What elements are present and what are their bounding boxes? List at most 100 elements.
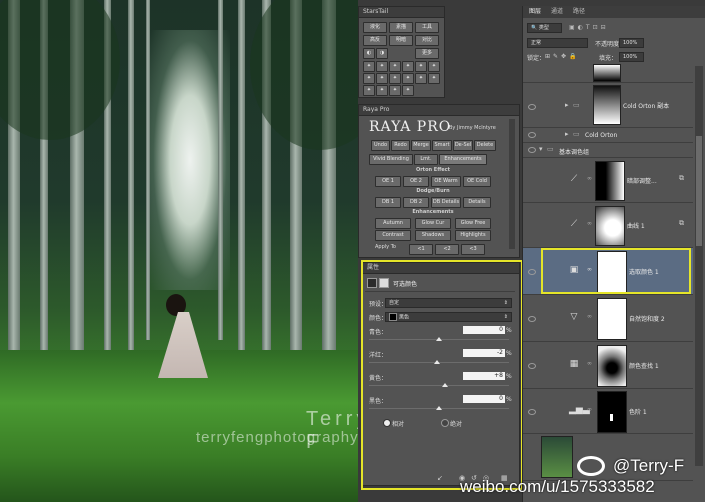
starstail-icon-button[interactable]: ✦	[363, 61, 375, 72]
eye-icon[interactable]	[528, 178, 536, 184]
tab-vivid-blending[interactable]: Vivid Blending	[369, 154, 413, 165]
starstail-icon-button[interactable]: ✦	[428, 73, 440, 84]
starstail-icon-button[interactable]: ✦	[415, 61, 427, 72]
photo-canvas[interactable]: Terry F terryfengphotography.lofter.com	[0, 0, 358, 502]
starstail-button[interactable]: 对比	[415, 35, 439, 46]
shadows-button[interactable]: Shadows	[415, 230, 451, 241]
starstail-more-button[interactable]: 更多	[415, 48, 439, 59]
fill-input[interactable]: 100%	[619, 52, 644, 62]
layer-row[interactable]: ▽ ∞ 自然饱和度 2	[523, 295, 693, 342]
layer-row[interactable]: ▸ ▭ Cold Orton	[523, 128, 693, 143]
layer-row[interactable]: ▂▅▃ ∞ 色阶 1	[523, 389, 693, 434]
apply-button[interactable]: <1	[409, 244, 433, 255]
raya-scrollbar[interactable]	[509, 119, 515, 249]
starstail-button[interactable]: 明暗	[389, 35, 413, 46]
black-slider-thumb[interactable]	[436, 406, 442, 410]
eye-icon[interactable]	[528, 223, 536, 229]
starstail-icon-button[interactable]: ✦	[428, 61, 440, 72]
black-value[interactable]: 0	[463, 395, 505, 403]
eye-icon[interactable]	[528, 316, 536, 322]
magenta-slider-thumb[interactable]	[434, 360, 440, 364]
undo-button[interactable]: Undo	[371, 140, 390, 151]
redo-button[interactable]: Redo	[391, 140, 410, 151]
merge-button[interactable]: Merge	[411, 140, 431, 151]
layer-name[interactable]: Cold Orton 副本	[623, 101, 669, 110]
yellow-slider-thumb[interactable]	[442, 383, 448, 387]
absolute-radio[interactable]	[441, 419, 449, 427]
starstail-button[interactable]: 高反	[363, 35, 387, 46]
layer-row[interactable]: ⟋ ∞ 暗部调整... ⧉	[523, 158, 693, 203]
details-button[interactable]: Details	[463, 197, 491, 208]
starstail-icon-button[interactable]: ✦	[376, 85, 388, 96]
db1-button[interactable]: DB 1	[375, 197, 401, 208]
tab-paths[interactable]: 路径	[569, 6, 589, 18]
mask-icon[interactable]	[379, 278, 389, 288]
db2-button[interactable]: DB 2	[403, 197, 429, 208]
starstail-icon-button[interactable]: ✦	[363, 73, 375, 84]
starstail-icon-button[interactable]: ✦	[402, 61, 414, 72]
preset-dropdown[interactable]: 自定 ⇕	[385, 298, 512, 308]
layer-name[interactable]: 色阶 1	[629, 407, 647, 416]
layer-row[interactable]: ▸ ▭ Cold Orton 副本	[523, 83, 693, 128]
relative-radio[interactable]	[383, 419, 391, 427]
yellow-slider[interactable]	[369, 385, 509, 386]
starstail-icon-button[interactable]: ✦	[389, 85, 401, 96]
eye-icon[interactable]	[528, 363, 536, 369]
tab-channels[interactable]: 通道	[547, 6, 567, 18]
oe1-button[interactable]: OE 1	[375, 176, 401, 187]
eye-icon[interactable]	[528, 147, 536, 153]
layer-name[interactable]: 暗部调整...	[627, 176, 657, 185]
highlights-button[interactable]: Highlights	[455, 230, 491, 241]
colors-dropdown[interactable]: 黑色 ⇕	[385, 312, 512, 322]
eye-icon[interactable]	[528, 269, 536, 275]
layer-row[interactable]	[523, 64, 693, 83]
autumn-button[interactable]: Autumn	[375, 218, 411, 229]
starstail-icon-button[interactable]: ◐	[363, 48, 375, 59]
tab-enhancements[interactable]: Enhancements	[439, 154, 487, 165]
magenta-value[interactable]: -2	[463, 349, 505, 357]
apply-button[interactable]: <2	[435, 244, 459, 255]
opacity-input[interactable]: 100%	[619, 38, 644, 48]
layer-name[interactable]: 自然饱和度 2	[629, 314, 665, 323]
starstail-icon-button[interactable]: ✦	[376, 61, 388, 72]
layer-row[interactable]: ▦ ∞ 颜色查找 1	[523, 342, 693, 389]
eye-icon[interactable]	[528, 409, 536, 415]
starstail-icon-button[interactable]: ✦	[402, 85, 414, 96]
layer-row[interactable]: ⟋ ∞ 曲线 1 ⧉	[523, 203, 693, 248]
layer-name[interactable]: Cold Orton	[585, 132, 617, 139]
layer-kind-filter[interactable]: 🔍 类型	[527, 23, 562, 33]
collapse-arrow-icon[interactable]: ▾	[539, 145, 543, 153]
tab-layers[interactable]: 图层	[525, 6, 545, 18]
filter-icons[interactable]: ▣◐T⊡⊟	[569, 24, 609, 31]
smart-button[interactable]: Smart	[432, 140, 452, 151]
layer-group-row[interactable]: ▾ ▭ 基本调色组	[523, 143, 693, 158]
expand-arrow-icon[interactable]: ▸	[565, 130, 569, 138]
layer-name[interactable]: 选取颜色 1	[629, 267, 659, 276]
starstail-icon-button[interactable]: ✦	[376, 73, 388, 84]
cyan-value[interactable]: 0	[463, 326, 505, 334]
eye-icon[interactable]	[528, 132, 536, 138]
delete-button[interactable]: Delete	[474, 140, 496, 151]
db-details-button[interactable]: DB Details	[431, 197, 461, 208]
starstail-icon-button[interactable]: ◑	[376, 48, 388, 59]
layers-scrollbar[interactable]	[695, 66, 703, 466]
tab-lmt[interactable]: Lmt.	[414, 154, 438, 165]
starstail-button[interactable]: 工具	[415, 22, 439, 33]
starstail-button[interactable]: 素描	[389, 22, 413, 33]
blend-mode-dropdown[interactable]: 正常	[527, 38, 588, 48]
glow-cur-button[interactable]: Glow Cur	[415, 218, 451, 229]
starstail-icon-button[interactable]: ✦	[363, 85, 375, 96]
clip-icon[interactable]: ↙	[437, 474, 443, 482]
lock-icons[interactable]: ⊞✎✥🔒	[545, 53, 580, 60]
yellow-value[interactable]: +8	[463, 372, 505, 380]
starstail-icon-button[interactable]: ✦	[415, 73, 427, 84]
starstail-icon-button[interactable]: ✦	[389, 73, 401, 84]
layer-name[interactable]: 曲线 1	[627, 221, 645, 230]
layer-name[interactable]: 颜色查找 1	[629, 361, 659, 370]
eye-icon[interactable]	[528, 104, 536, 110]
apply-button[interactable]: <3	[461, 244, 485, 255]
glow-free-button[interactable]: Glow Free	[455, 218, 491, 229]
oe-warm-button[interactable]: OE Warm	[431, 176, 461, 187]
starstail-icon-button[interactable]: ✦	[389, 61, 401, 72]
desel-button[interactable]: De-Sel	[453, 140, 473, 151]
